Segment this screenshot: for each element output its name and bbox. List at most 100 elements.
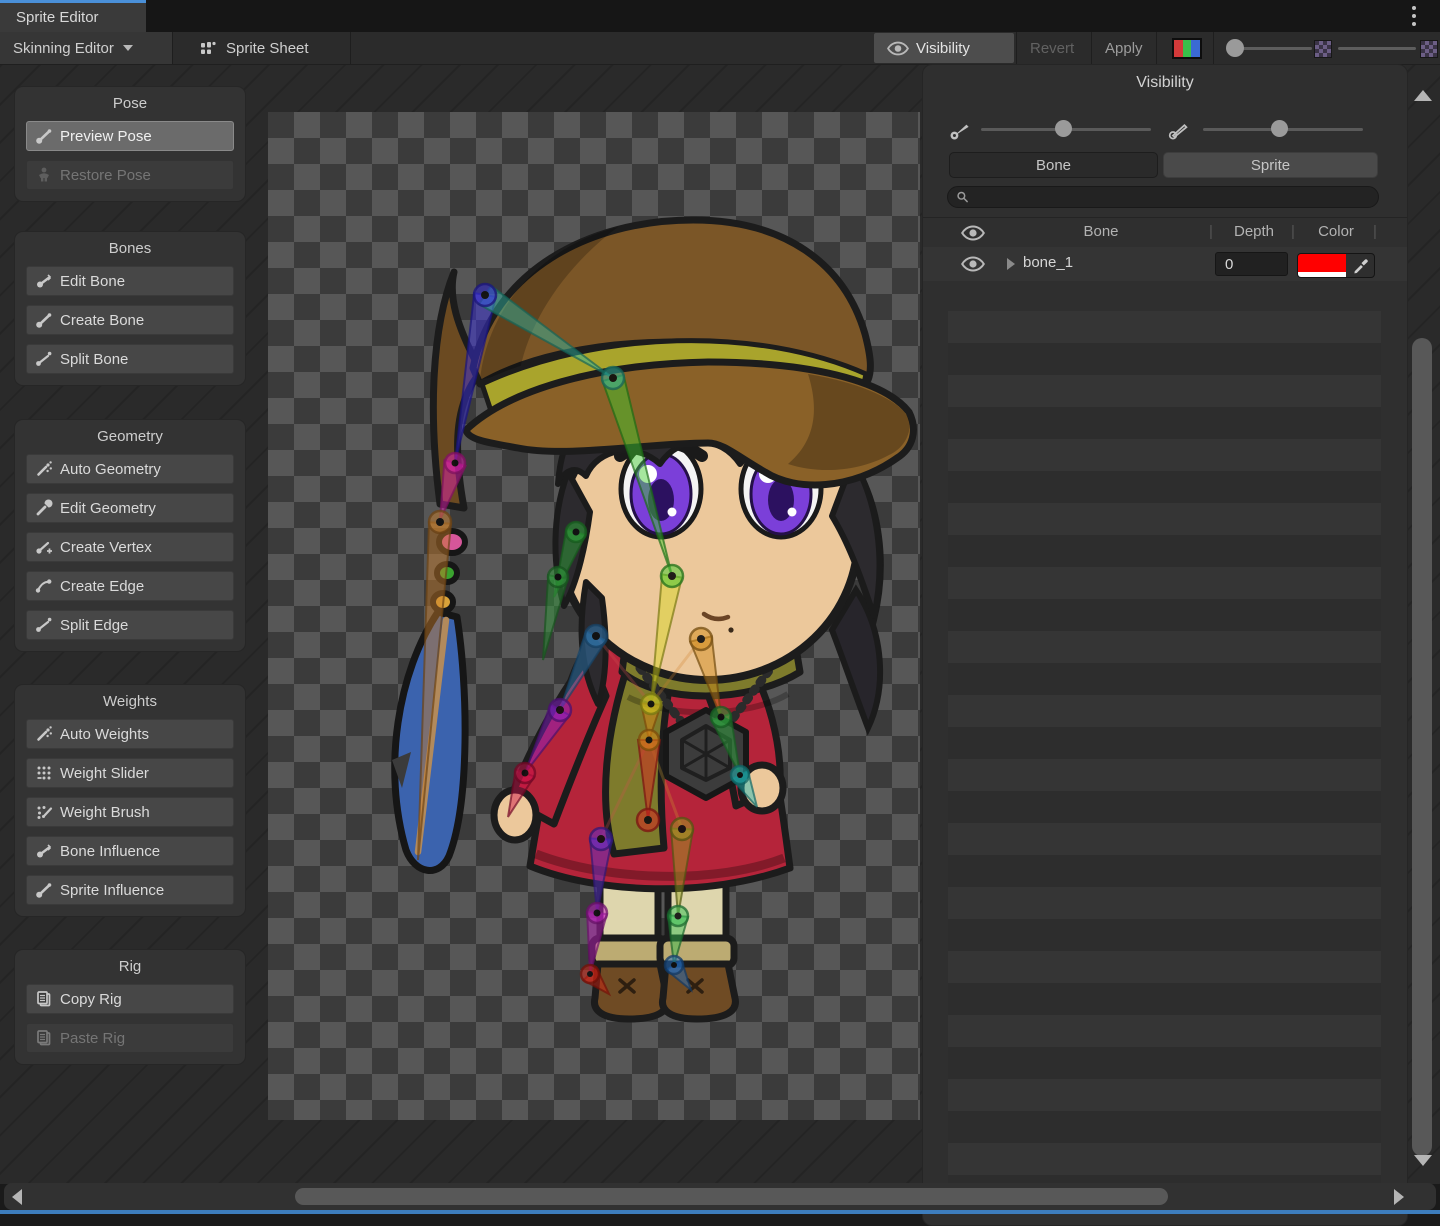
skinning-editor-label: Skinning Editor — [13, 40, 114, 57]
bones-panel: Bones Edit Bone Create Bone Split Bone — [14, 231, 246, 386]
pose-panel-title: Pose — [26, 95, 234, 112]
toolbar: Skinning Editor Sprite Sheet Visibility … — [0, 32, 1440, 65]
header-color[interactable]: Color — [1301, 223, 1371, 240]
edit-bone-button[interactable]: Edit Bone — [26, 266, 234, 296]
auto-weights-button[interactable]: Auto Weights — [26, 719, 234, 749]
scroll-right-button[interactable] — [1394, 1189, 1404, 1205]
workspace: Pose Preview Pose Restore Pose Bones Edi… — [0, 65, 1440, 1184]
sprite-canvas[interactable] — [268, 112, 920, 1120]
weight-brush-button[interactable]: Weight Brush — [26, 797, 234, 827]
scroll-up-button[interactable] — [1414, 73, 1432, 91]
kebab-menu-icon[interactable] — [1412, 6, 1418, 26]
depth-input[interactable] — [1215, 252, 1288, 276]
edge-split-icon — [35, 616, 53, 634]
search-icon — [956, 190, 969, 204]
weight-slider-button[interactable]: Weight Slider — [26, 758, 234, 788]
pose-panel: Pose Preview Pose Restore Pose — [14, 86, 246, 202]
auto-weights-icon — [35, 725, 53, 743]
apply-label: Apply — [1105, 40, 1143, 57]
bone-name[interactable]: bone_1 — [1023, 254, 1073, 271]
bone-row[interactable]: bone_1 — [923, 247, 1407, 281]
alpha-swatch-icon — [1314, 40, 1332, 58]
alpha-slider-knob[interactable] — [1226, 39, 1244, 57]
tab-sprite[interactable]: Sprite — [1163, 152, 1378, 178]
eyedropper-icon[interactable] — [1346, 254, 1374, 277]
horizontal-scrollbar[interactable] — [4, 1183, 1436, 1210]
apply-button[interactable]: Apply — [1092, 32, 1156, 64]
character-sprite — [268, 112, 920, 1120]
sprite-sheet-button[interactable]: Sprite Sheet — [186, 32, 322, 64]
tab-sprite-editor[interactable]: Sprite Editor — [0, 0, 146, 32]
sprite-opacity-knob[interactable] — [1271, 120, 1288, 137]
sprite-influence-button[interactable]: Sprite Influence — [26, 875, 234, 905]
dots-grid-icon — [35, 764, 53, 782]
rgb-swatch-icon — [1172, 38, 1202, 59]
bone-table-header: Bone | Depth | Color | — [923, 217, 1407, 248]
auto-geometry-button[interactable]: Auto Geometry — [26, 454, 234, 484]
visibility-panel-title: Visibility — [923, 74, 1407, 92]
visibility-toggle-button[interactable]: Visibility — [874, 33, 1014, 63]
scroll-left-button[interactable] — [12, 1189, 22, 1205]
split-edge-button[interactable]: Split Edge — [26, 610, 234, 640]
brush-icon — [35, 803, 53, 821]
sprite-opacity-icon — [1167, 117, 1191, 141]
window-focus-border — [0, 1210, 1440, 1214]
bone-wrench-icon — [35, 127, 53, 145]
sprite-sheet-icon — [199, 40, 219, 56]
edge-plus-icon — [35, 577, 53, 595]
revert-label: Revert — [1030, 40, 1074, 57]
bone-influence-icon — [35, 842, 53, 860]
horizontal-scrollbar-thumb[interactable] — [295, 1188, 1168, 1205]
bone-opacity-icon — [949, 117, 973, 141]
bone-edit-icon — [35, 272, 53, 290]
weights-panel: Weights Auto Weights Weight Slider Weigh… — [14, 684, 246, 917]
header-bone[interactable]: Bone — [993, 223, 1209, 240]
expand-triangle-icon[interactable] — [1007, 258, 1015, 270]
scroll-down-button[interactable] — [1414, 1166, 1432, 1184]
weights-panel-title: Weights — [26, 693, 234, 710]
edit-geometry-button[interactable]: Edit Geometry — [26, 493, 234, 523]
create-edge-button[interactable]: Create Edge — [26, 571, 234, 601]
tab-title: Sprite Editor — [16, 9, 99, 26]
eye-column-icon[interactable] — [961, 225, 985, 241]
visibility-label: Visibility — [916, 40, 970, 57]
channel-rgb-button[interactable] — [1163, 32, 1211, 64]
geometry-panel: Geometry Auto Geometry Edit Geometry Cre… — [14, 419, 246, 652]
preview-pose-button[interactable]: Preview Pose — [26, 121, 234, 151]
bone-influence-button[interactable]: Bone Influence — [26, 836, 234, 866]
geometry-panel-title: Geometry — [26, 428, 234, 445]
vertex-plus-icon — [35, 538, 53, 556]
tab-strip: Sprite Editor — [0, 0, 1440, 32]
row-visibility-eye-icon[interactable] — [961, 256, 985, 272]
paste-rig-button[interactable]: Paste Rig — [26, 1023, 234, 1053]
vertical-scrollbar-thumb[interactable] — [1412, 338, 1432, 1156]
bone-color-control[interactable] — [1297, 253, 1375, 278]
sprite-sheet-label: Sprite Sheet — [226, 40, 309, 57]
split-bone-button[interactable]: Split Bone — [26, 344, 234, 374]
revert-button[interactable]: Revert — [1017, 32, 1087, 64]
person-icon — [35, 166, 53, 184]
brightness-slider-track[interactable] — [1338, 47, 1416, 50]
alpha-slider-track[interactable] — [1240, 47, 1312, 50]
bone-split-icon — [35, 350, 53, 368]
bone-opacity-knob[interactable] — [1055, 120, 1072, 137]
create-vertex-button[interactable]: Create Vertex — [26, 532, 234, 562]
bone-color-swatch[interactable] — [1298, 254, 1346, 277]
rig-panel-title: Rig — [26, 958, 234, 975]
bone-create-icon — [35, 311, 53, 329]
empty-row-stripes — [948, 311, 1381, 1191]
copy-icon — [35, 990, 53, 1008]
search-field[interactable] — [947, 186, 1379, 208]
search-input[interactable] — [975, 189, 1370, 206]
rig-panel: Rig Copy Rig Paste Rig — [14, 949, 246, 1065]
wrench-icon — [35, 499, 53, 517]
header-depth[interactable]: Depth — [1219, 223, 1289, 240]
bones-panel-title: Bones — [26, 240, 234, 257]
skinning-editor-dropdown[interactable]: Skinning Editor — [0, 32, 172, 64]
create-bone-button[interactable]: Create Bone — [26, 305, 234, 335]
copy-rig-button[interactable]: Copy Rig — [26, 984, 234, 1014]
tab-bone[interactable]: Bone — [949, 152, 1158, 178]
restore-pose-button[interactable]: Restore Pose — [26, 160, 234, 190]
sprite-influence-icon — [35, 881, 53, 899]
brightness-swatch-icon — [1420, 40, 1438, 58]
